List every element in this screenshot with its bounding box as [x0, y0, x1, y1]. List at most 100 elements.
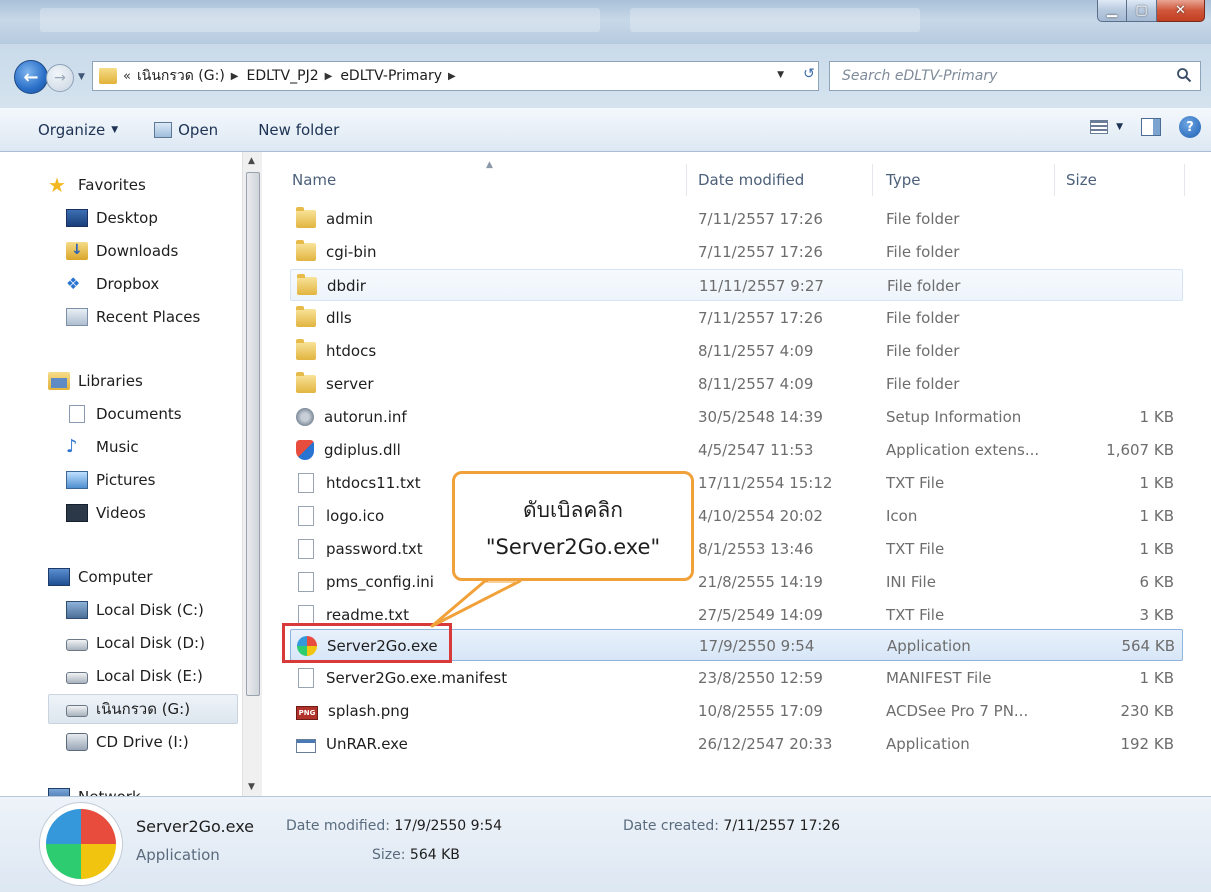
file-name-cell: dlls: [296, 302, 696, 334]
details-value: 7/11/2557 17:26: [723, 818, 841, 834]
minimize-button[interactable]: ▁: [1097, 0, 1127, 22]
nav-recent-places[interactable]: Recent Places: [66, 302, 200, 332]
overflow-chevron[interactable]: «: [123, 69, 131, 84]
title-bar[interactable]: ▁ ▢ ✕: [0, 0, 1211, 44]
preview-pane-icon[interactable]: [1141, 118, 1161, 136]
file-name: autorun.inf: [324, 408, 407, 426]
address-bar[interactable]: « เนินกรวด (G:) ▶ EDLTV_PJ2 ▶ eDLTV-Prim…: [92, 61, 819, 91]
file-type: Application: [887, 637, 971, 655]
scroll-down-icon[interactable]: ▼: [248, 782, 255, 792]
nav-local-disk-c[interactable]: Local Disk (C:): [66, 595, 204, 625]
close-icon: ✕: [1175, 3, 1186, 18]
file-name-cell: PNG splash.png: [296, 695, 696, 727]
breadcrumb-arrow-icon[interactable]: ▶: [325, 71, 333, 82]
column-divider[interactable]: [686, 164, 687, 196]
minimize-icon: ▁: [1107, 3, 1117, 18]
file-row-htdocs[interactable]: htdocs 8/11/2557 4:09 File folder: [290, 335, 1183, 367]
change-view-button[interactable]: ▼: [1090, 120, 1123, 134]
column-header-date[interactable]: Date modified: [698, 162, 868, 198]
address-dropdown-icon[interactable]: ▼: [777, 70, 784, 80]
nav-favorites[interactable]: ★ Favorites: [48, 170, 146, 200]
search-input[interactable]: [830, 62, 1150, 90]
organize-button[interactable]: Organize ▼: [30, 115, 126, 145]
nav-videos[interactable]: Videos: [66, 498, 146, 528]
file-row-password[interactable]: password.txt 8/1/2553 13:46 TXT File 1 K…: [290, 533, 1183, 565]
refresh-icon[interactable]: ↺: [797, 66, 821, 86]
back-button[interactable]: ←: [14, 60, 48, 94]
chevron-down-icon: ▼: [1116, 122, 1123, 132]
nav-dropbox[interactable]: ❖ Dropbox: [66, 269, 159, 299]
nav-pictures[interactable]: Pictures: [66, 465, 155, 495]
file-list: Name ▲ Date modified Type Size admin 7/1…: [266, 152, 1211, 796]
nav-label: Local Disk (D:): [96, 634, 205, 652]
file-row-admin[interactable]: admin 7/11/2557 17:26 File folder: [290, 203, 1183, 235]
file-name: password.txt: [326, 540, 423, 558]
column-divider[interactable]: [1184, 164, 1185, 196]
file-row-htdocs11[interactable]: htdocs11.txt 17/11/2554 15:12 TXT File 1…: [290, 467, 1183, 499]
search-box[interactable]: [829, 61, 1201, 91]
close-button[interactable]: ✕: [1157, 0, 1205, 22]
nav-scrollbar[interactable]: ▲ ▼: [242, 152, 262, 796]
file-size: 1 KB: [1139, 408, 1174, 426]
column-header-type[interactable]: Type: [886, 162, 1056, 198]
file-type: File folder: [886, 243, 960, 261]
file-row-pms-config[interactable]: pms_config.ini 21/8/2555 14:19 INI File …: [290, 566, 1183, 598]
breadcrumb-edltv-pj2[interactable]: EDLTV_PJ2: [247, 68, 319, 84]
details-size: Size: 564 KB: [372, 847, 460, 863]
file-name-cell: autorun.inf: [296, 401, 696, 433]
recent-pages-dropdown-icon[interactable]: ▼: [78, 72, 85, 82]
nav-local-disk-e[interactable]: Local Disk (E:): [66, 661, 203, 691]
file-row-cgi-bin[interactable]: cgi-bin 7/11/2557 17:26 File folder: [290, 236, 1183, 268]
nav-network[interactable]: Network: [48, 782, 141, 796]
file-row-autorun[interactable]: autorun.inf 30/5/2548 14:39 Setup Inform…: [290, 401, 1183, 433]
search-icon[interactable]: [1176, 67, 1192, 83]
file-row-manifest[interactable]: Server2Go.exe.manifest 23/8/2550 12:59 M…: [290, 662, 1183, 694]
new-folder-label: New folder: [258, 120, 340, 139]
column-divider[interactable]: [872, 164, 873, 196]
explorer-window: ▁ ▢ ✕ ← → ▼ « เนินกรวด (G:) ▶ EDLTV_PJ2 …: [0, 0, 1211, 892]
nav-local-disk-d[interactable]: Local Disk (D:): [66, 628, 205, 658]
nav-music[interactable]: ♪ Music: [66, 432, 139, 462]
column-size-label: Size: [1066, 171, 1097, 189]
file-row-server[interactable]: server 8/11/2557 4:09 File folder: [290, 368, 1183, 400]
text-file-icon: [298, 605, 314, 625]
scroll-up-icon[interactable]: ▲: [248, 156, 255, 166]
nav-scroll-thumb[interactable]: [246, 172, 260, 696]
file-size: 3 KB: [1139, 606, 1174, 624]
file-size: [1070, 302, 1174, 334]
maximize-button[interactable]: ▢: [1127, 0, 1157, 22]
network-icon: [48, 788, 70, 796]
manifest-file-icon: [298, 668, 314, 688]
nav-cd-drive[interactable]: CD Drive (I:): [66, 727, 189, 757]
nav-libraries[interactable]: Libraries: [48, 366, 143, 396]
file-date: 4/5/2547 11:53: [698, 441, 814, 459]
breadcrumb-edltv-primary[interactable]: eDLTV-Primary: [340, 68, 442, 84]
nav-drive-g[interactable]: เนินกรวด (G:): [48, 694, 238, 724]
breadcrumb-arrow-icon[interactable]: ▶: [448, 71, 456, 82]
nav-desktop[interactable]: Desktop: [66, 203, 158, 233]
forward-button[interactable]: →: [46, 64, 74, 92]
text-file-icon: [298, 539, 314, 559]
column-header-size[interactable]: Size: [1066, 162, 1166, 198]
open-button[interactable]: Open: [146, 115, 226, 145]
nav-documents[interactable]: Documents: [66, 399, 182, 429]
breadcrumb-arrow-icon[interactable]: ▶: [231, 71, 239, 82]
file-size: [1071, 270, 1175, 302]
breadcrumb-drive[interactable]: เนินกรวด (G:): [137, 65, 225, 87]
file-row-splash[interactable]: PNG splash.png 10/8/2555 17:09 ACDSee Pr…: [290, 695, 1183, 727]
nav-downloads[interactable]: Downloads: [66, 236, 178, 266]
file-row-dlls[interactable]: dlls 7/11/2557 17:26 File folder: [290, 302, 1183, 334]
file-row-logo[interactable]: logo.ico 4/10/2554 20:02 Icon 1 KB: [290, 500, 1183, 532]
file-row-unrar[interactable]: UnRAR.exe 26/12/2547 20:33 Application 1…: [290, 728, 1183, 760]
nav-label: เนินกรวด (G:): [96, 700, 191, 718]
column-type-label: Type: [886, 171, 921, 189]
column-divider[interactable]: [1054, 164, 1055, 196]
new-folder-button[interactable]: New folder: [250, 115, 347, 145]
nav-label: Favorites: [78, 176, 146, 194]
file-row-gdiplus[interactable]: gdiplus.dll 4/5/2547 11:53 Application e…: [290, 434, 1183, 466]
file-name: admin: [326, 210, 373, 228]
nav-computer[interactable]: Computer: [48, 562, 153, 592]
help-icon[interactable]: ?: [1179, 116, 1201, 138]
details-view-icon: [1090, 120, 1109, 134]
file-row-dbdir[interactable]: dbdir 11/11/2557 9:27 File folder: [290, 269, 1183, 301]
